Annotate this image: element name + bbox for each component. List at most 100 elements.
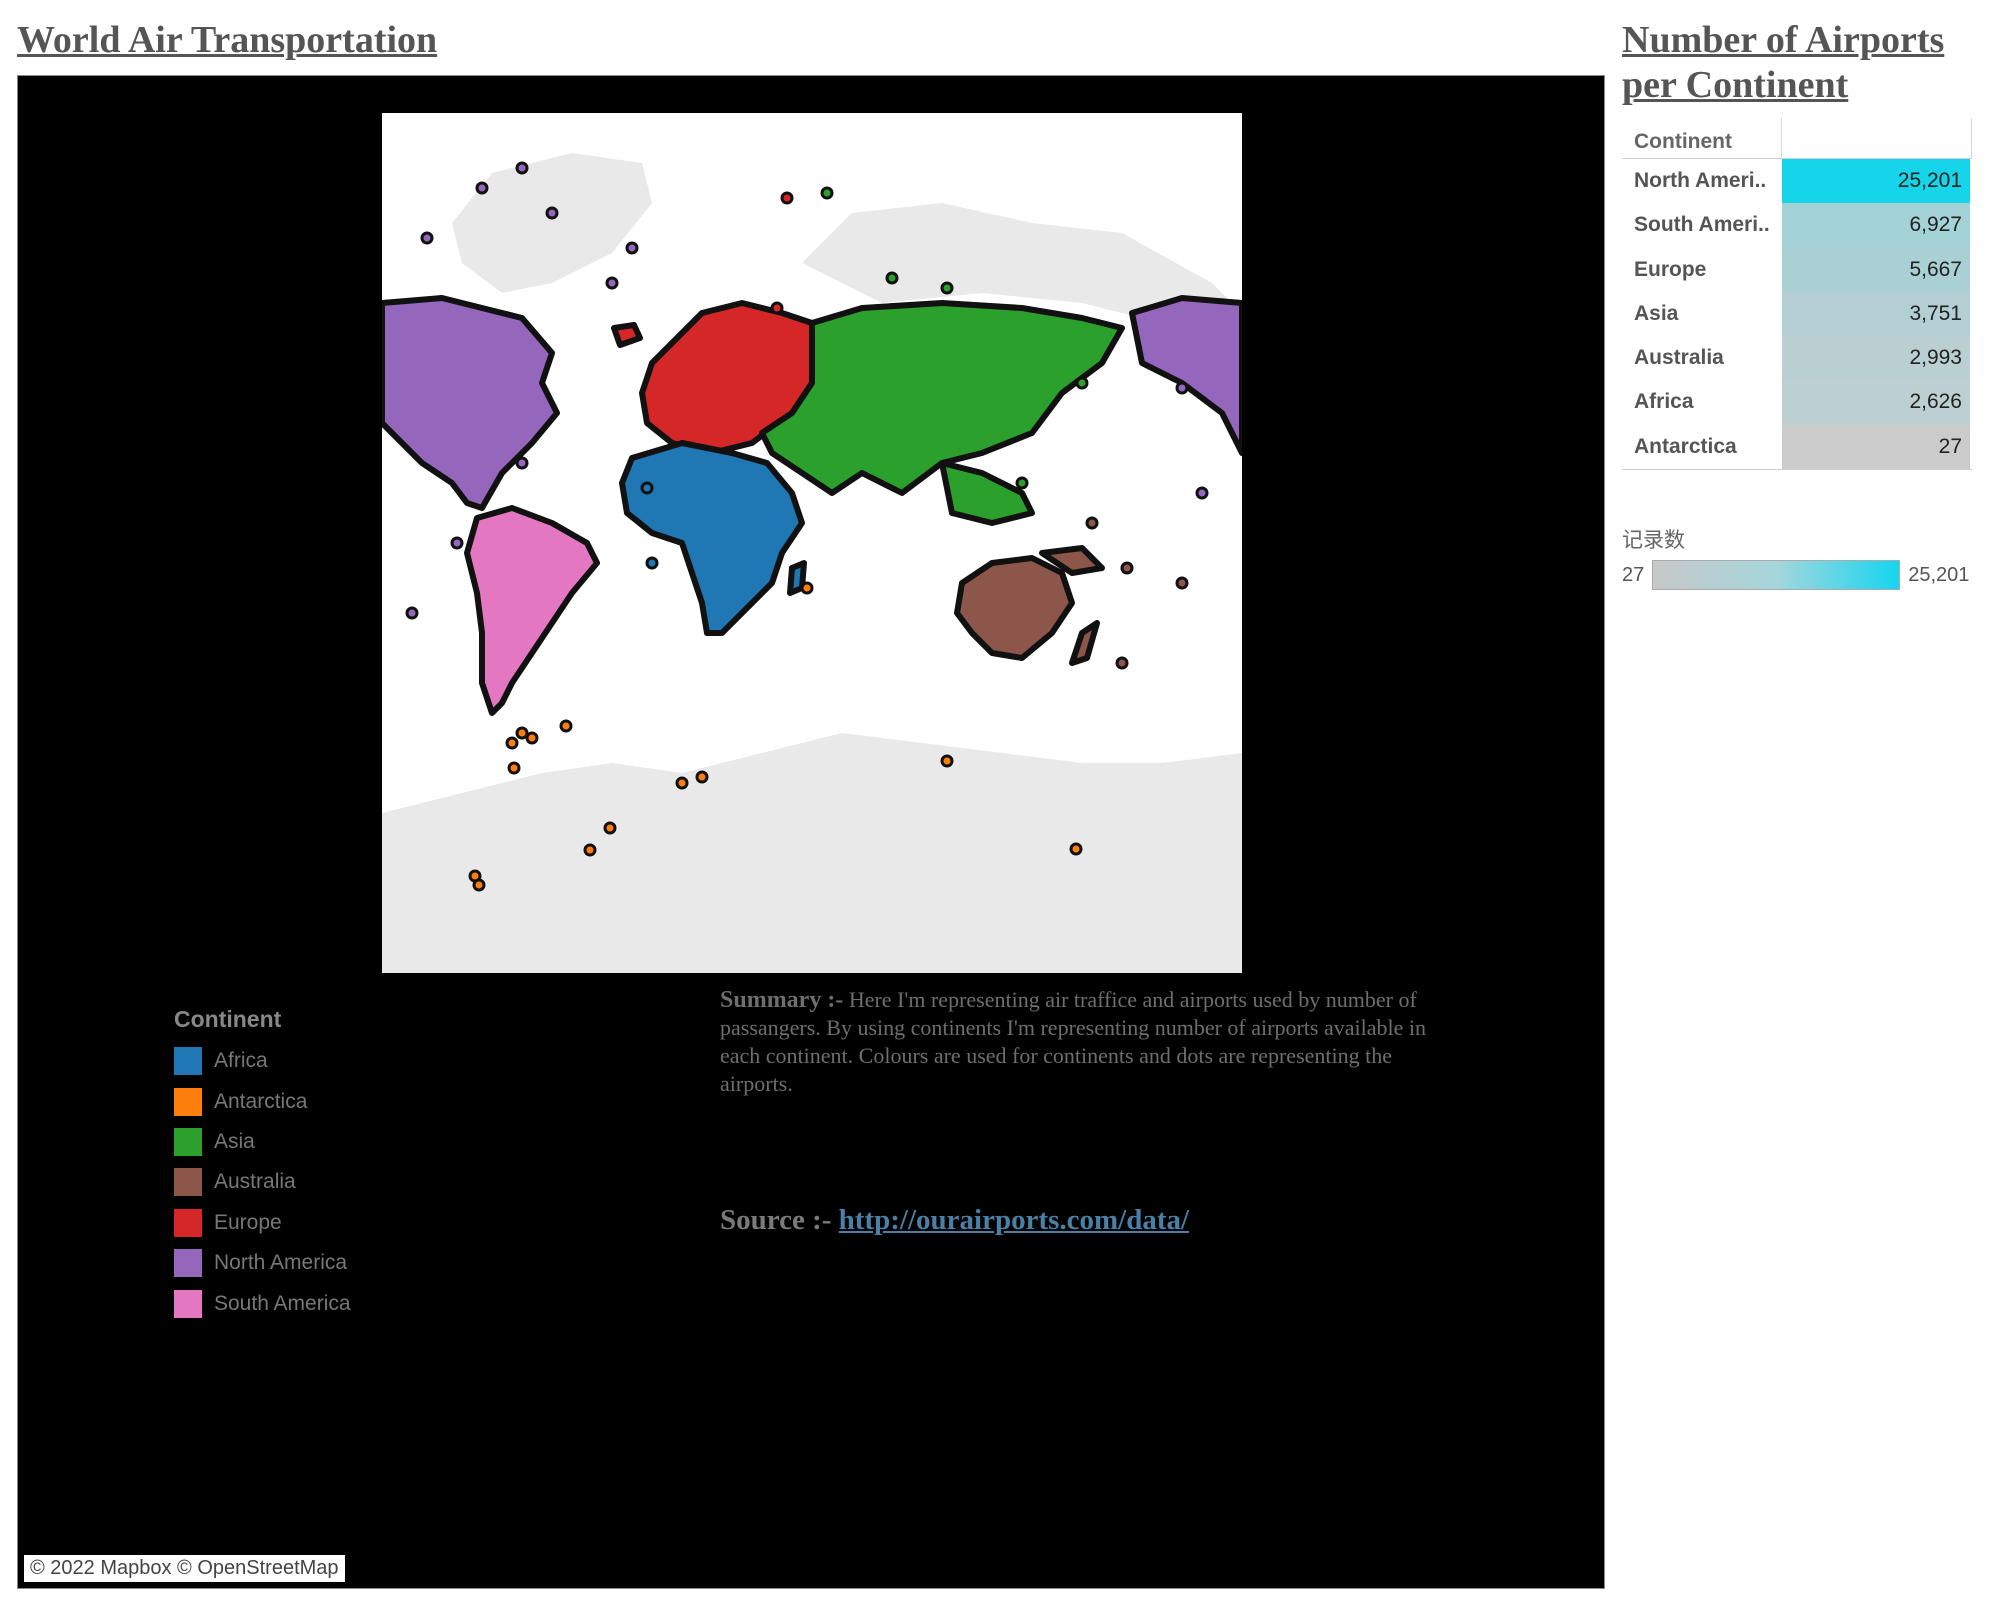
legend-item-australia[interactable]: Australia [174, 1162, 351, 1202]
row-continent-name: Asia [1634, 301, 1679, 325]
row-continent-name: Europe [1634, 257, 1707, 281]
airport-dot [625, 241, 639, 255]
legend-label: Asia [214, 1129, 255, 1153]
airport-dot [472, 878, 486, 892]
legend-item-asia[interactable]: Asia [174, 1122, 351, 1162]
airport-dot [940, 281, 954, 295]
airport-dot [800, 581, 814, 595]
airport-dot [515, 456, 529, 470]
row-airport-count: 6,927 [1782, 203, 1970, 248]
source-link[interactable]: http://ourairports.com/data/ [839, 1204, 1189, 1236]
row-continent-name: North Ameri.. [1634, 169, 1767, 192]
airport-dot [1015, 476, 1029, 490]
row-airport-count: 2,626 [1782, 380, 1970, 425]
airport-dot [1195, 486, 1209, 500]
row-continent-name: South Ameri.. [1634, 213, 1770, 237]
legend-item-antarctica[interactable]: Antarctica [174, 1081, 351, 1121]
table-row[interactable]: North Ameri.. 25,201 [1622, 159, 1972, 204]
airport-dot [1085, 516, 1099, 530]
dashboard-title: World Air Transportation [17, 19, 438, 61]
airport-dot [405, 606, 419, 620]
table-bottom-border [1622, 469, 1972, 471]
airport-dot [1075, 376, 1089, 390]
row-continent-name: Africa [1634, 390, 1694, 414]
airport-dot [475, 181, 489, 195]
legend-item-north-america[interactable]: North America [174, 1243, 351, 1283]
table-row[interactable]: Asia 3,751 [1622, 291, 1972, 337]
legend-label: Africa [214, 1049, 268, 1073]
airport-dot [695, 770, 709, 784]
world-map[interactable] [382, 113, 1242, 973]
color-scale-legend: 记录数 27 25,201 [1622, 524, 1969, 590]
row-airport-count: 25,201 [1782, 159, 1970, 204]
legend-item-africa[interactable]: Africa [174, 1041, 351, 1081]
airport-dot [450, 536, 464, 550]
legend-swatch [174, 1249, 202, 1278]
legend-title: Continent [174, 1006, 282, 1032]
airport-dot [525, 731, 539, 745]
row-airport-count: 5,667 [1782, 247, 1970, 292]
airport-dot [507, 761, 521, 775]
legend-label: South America [214, 1291, 351, 1315]
legend-item-europe[interactable]: Europe [174, 1203, 351, 1243]
airport-dot [1120, 561, 1134, 575]
table-row[interactable]: South Ameri.. 6,927 [1622, 203, 1972, 248]
legend-swatch [174, 1289, 202, 1318]
table-header-value [1782, 118, 1972, 158]
airport-dot [940, 754, 954, 768]
source-label: Source :- [720, 1204, 832, 1236]
row-airport-count: 2,993 [1782, 336, 1970, 381]
row-continent-name: Australia [1634, 346, 1724, 370]
continent-iceland [611, 322, 643, 348]
airport-dot [515, 726, 529, 740]
airport-dot [420, 231, 434, 245]
airport-dot [885, 271, 899, 285]
legend-swatch [174, 1047, 202, 1076]
color-legend-title: 记录数 [1622, 529, 1685, 552]
color-legend-max: 25,201 [1908, 563, 1970, 586]
legend-label: Europe [214, 1210, 282, 1234]
airport-dot [640, 481, 654, 495]
table-title: Number of Airports per Continent [1622, 19, 1945, 106]
table-row[interactable]: Europe 5,667 [1622, 247, 1972, 292]
airport-dot [603, 821, 617, 835]
airport-dot [1069, 842, 1083, 856]
legend-swatch [174, 1168, 202, 1197]
airport-dot [780, 191, 794, 205]
airport-dot [515, 161, 529, 175]
airport-dot [1175, 576, 1189, 590]
row-airport-count: 27 [1782, 424, 1970, 470]
color-gradient-bar [1652, 560, 1901, 590]
legend-swatch [174, 1087, 202, 1116]
color-legend-min: 27 [1622, 563, 1645, 586]
airports-per-continent-table: Continent North Ameri.. 25,201 South Ame… [1622, 118, 1972, 471]
airport-dot [1115, 656, 1129, 670]
airport-dot [675, 776, 689, 790]
map-attribution[interactable]: © 2022 Mapbox © OpenStreetMap [24, 1555, 345, 1582]
row-airport-count: 3,751 [1782, 291, 1970, 337]
airport-dot [770, 301, 784, 315]
table-row[interactable]: Antarctica 27 [1622, 424, 1972, 470]
airport-dot [645, 556, 659, 570]
color-legend-row: 27 25,201 [1622, 560, 1969, 590]
airport-dot [820, 186, 834, 200]
legend-item-south-america[interactable]: South America [174, 1283, 351, 1323]
table-header-continent[interactable]: Continent [1622, 118, 1782, 158]
legend-label: North America [214, 1251, 348, 1275]
legend-label: Antarctica [214, 1089, 308, 1113]
legend-label: Australia [214, 1170, 296, 1194]
airport-dot [545, 206, 559, 220]
table-header: Continent [1622, 118, 1972, 159]
map-panel[interactable]: Continent Africa Antarctica Asia Austral… [17, 75, 1605, 1589]
row-continent-name: Antarctica [1634, 434, 1737, 458]
summary-label: Summary :- [720, 987, 844, 1013]
legend-swatch [174, 1127, 202, 1156]
summary-text: Summary :- Here I'm representing air tra… [720, 986, 1440, 1098]
legend-swatch [174, 1208, 202, 1237]
airport-dot [605, 276, 619, 290]
table-row[interactable]: Australia 2,993 [1622, 336, 1972, 381]
airport-dot [559, 719, 573, 733]
airport-dot [583, 843, 597, 857]
airport-dot [505, 736, 519, 750]
table-row[interactable]: Africa 2,626 [1622, 380, 1972, 425]
